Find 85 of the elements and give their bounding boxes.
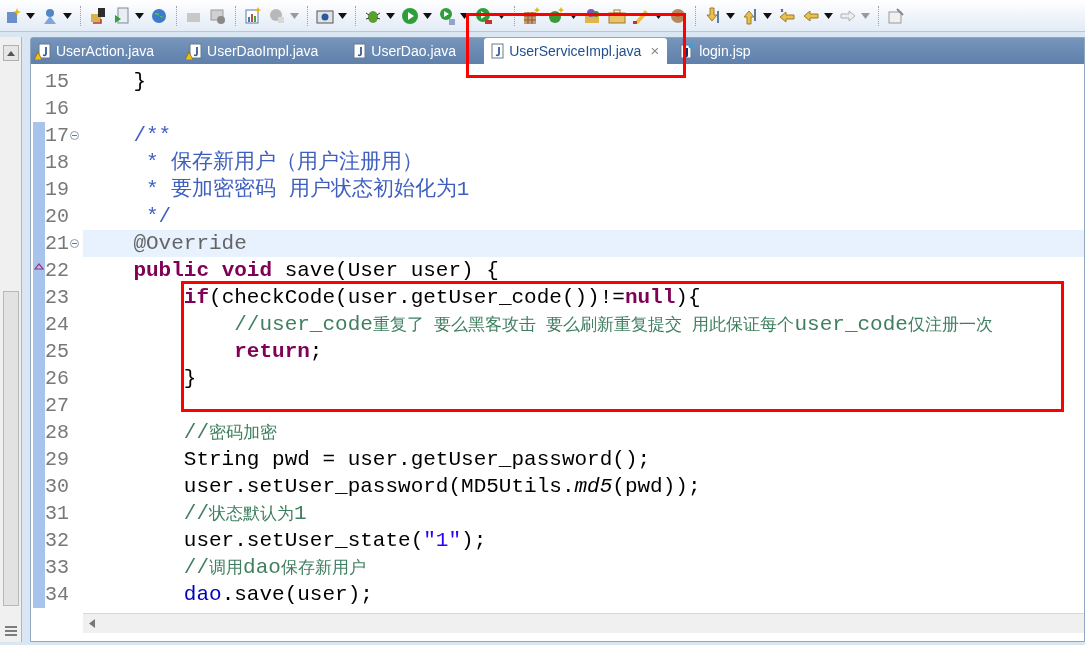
line-number: 16 [45, 98, 69, 119]
editor-tab[interactable]: UserDaoImpl.java [182, 38, 347, 64]
code-line: String pwd = user.getUser_password(); [182, 449, 651, 470]
code-line: //调用dao保存新用户 [182, 557, 366, 578]
java-file-icon [491, 43, 505, 59]
line-number: 18 [45, 152, 69, 173]
code-line: //状态默认为1 [182, 503, 307, 524]
line-number: 22 [45, 260, 69, 281]
fold-icon[interactable] [70, 131, 79, 140]
line-number: 23 [45, 287, 69, 308]
dropdown-caret-icon[interactable] [423, 12, 432, 19]
editor-tab[interactable]: login.jsp [673, 38, 779, 64]
dropdown-caret-icon[interactable] [135, 12, 144, 19]
java-file-icon [38, 43, 51, 59]
code-line: */ [145, 206, 172, 227]
line-number: 27 [45, 395, 69, 416]
tab-label: login.jsp [699, 41, 751, 61]
fold-icon[interactable] [70, 239, 79, 248]
dropdown-caret-icon[interactable] [26, 12, 35, 19]
tab-label: UserDaoImpl.java [207, 41, 319, 61]
java-file-icon [353, 43, 367, 59]
line-number: 19 [45, 179, 69, 200]
line-number: 26 [45, 368, 69, 389]
chart-icon[interactable] [244, 6, 262, 25]
line-number: 34 [45, 584, 69, 605]
dropdown-caret-icon[interactable] [460, 12, 469, 19]
refresh-icon[interactable] [547, 6, 565, 25]
code-line: /** [132, 125, 172, 146]
globe-icon[interactable] [150, 6, 168, 25]
jsp-file-icon [680, 43, 695, 59]
line-number: 29 [45, 449, 69, 470]
code-line: * 保存新用户（用户注册用） [145, 152, 424, 173]
dropdown-caret-icon[interactable] [63, 12, 72, 19]
window-icon[interactable] [209, 6, 227, 25]
line-number: 30 [45, 476, 69, 497]
dropdown-caret-icon[interactable] [386, 12, 395, 19]
tab-label: UserServiceImpl.java [509, 41, 642, 61]
line-number: 31 [45, 503, 69, 524]
editor-tab[interactable]: UserAction.java [31, 38, 183, 64]
line-number: 25 [45, 341, 69, 362]
line-number: 28 [45, 422, 69, 443]
code-line: user.setUser_state("1"); [182, 530, 487, 551]
code-line: public void save(User user) { [132, 260, 499, 281]
line-number: 24 [45, 314, 69, 335]
dropdown-caret-icon[interactable] [824, 12, 833, 19]
code-line: * 要加密密码 用户状态初始化为1 [145, 179, 470, 200]
code-line: if(checkCode(user.getUser_code())!=null){ [182, 287, 701, 308]
folder-icon[interactable] [89, 6, 107, 25]
menu-icon[interactable] [4, 626, 17, 636]
up-arrow-icon[interactable] [741, 6, 759, 25]
tab-label: UserDao.java [371, 41, 457, 61]
code-line: } [132, 71, 146, 92]
code-line: } [182, 368, 197, 389]
code-line: //user_code重复了 要么黑客攻击 要么刷新重复提交 用此保证每个user_code仅注册一次 [233, 314, 993, 335]
ball-icon[interactable] [669, 6, 687, 25]
dropdown-caret-icon[interactable] [338, 12, 347, 19]
line-number: 17 [45, 125, 69, 146]
code-line: return; [233, 341, 323, 362]
scroll-left-icon[interactable] [89, 619, 95, 628]
caret-up-icon [6, 50, 15, 56]
code-line: //密码加密 [182, 422, 278, 443]
line-number: 32 [45, 530, 69, 551]
down-arrow-icon[interactable] [704, 6, 722, 25]
pin-icon[interactable] [887, 6, 905, 25]
editor-tab[interactable]: UserServiceImpl.java × [484, 38, 668, 64]
editor-tab[interactable]: UserDao.java [346, 38, 485, 64]
close-button[interactable]: × [650, 39, 660, 63]
code-line: @Override [132, 233, 247, 254]
tab-label: UserAction.java [56, 41, 155, 61]
briefcase-icon[interactable] [608, 6, 626, 25]
line-number: 15 [45, 71, 69, 92]
scrollbar-thumb[interactable] [2, 291, 19, 606]
dropdown-caret-icon[interactable] [726, 12, 735, 19]
line-number: 20 [45, 206, 69, 227]
line-number: 33 [45, 557, 69, 578]
java-file-icon [189, 43, 203, 59]
line-number: 21 [45, 233, 69, 254]
back-arrow-icon[interactable] [778, 6, 796, 25]
grid-icon[interactable] [523, 6, 541, 25]
wizard-icon[interactable] [41, 6, 59, 25]
code-line: user.setUser_password(MD5Utils.md5(pwd)); [182, 476, 701, 497]
scroll-up-button[interactable] [2, 45, 19, 61]
code-line: dao.save(user); [182, 584, 373, 605]
dropdown-caret-icon[interactable] [763, 12, 772, 19]
play-icon[interactable] [475, 6, 493, 25]
